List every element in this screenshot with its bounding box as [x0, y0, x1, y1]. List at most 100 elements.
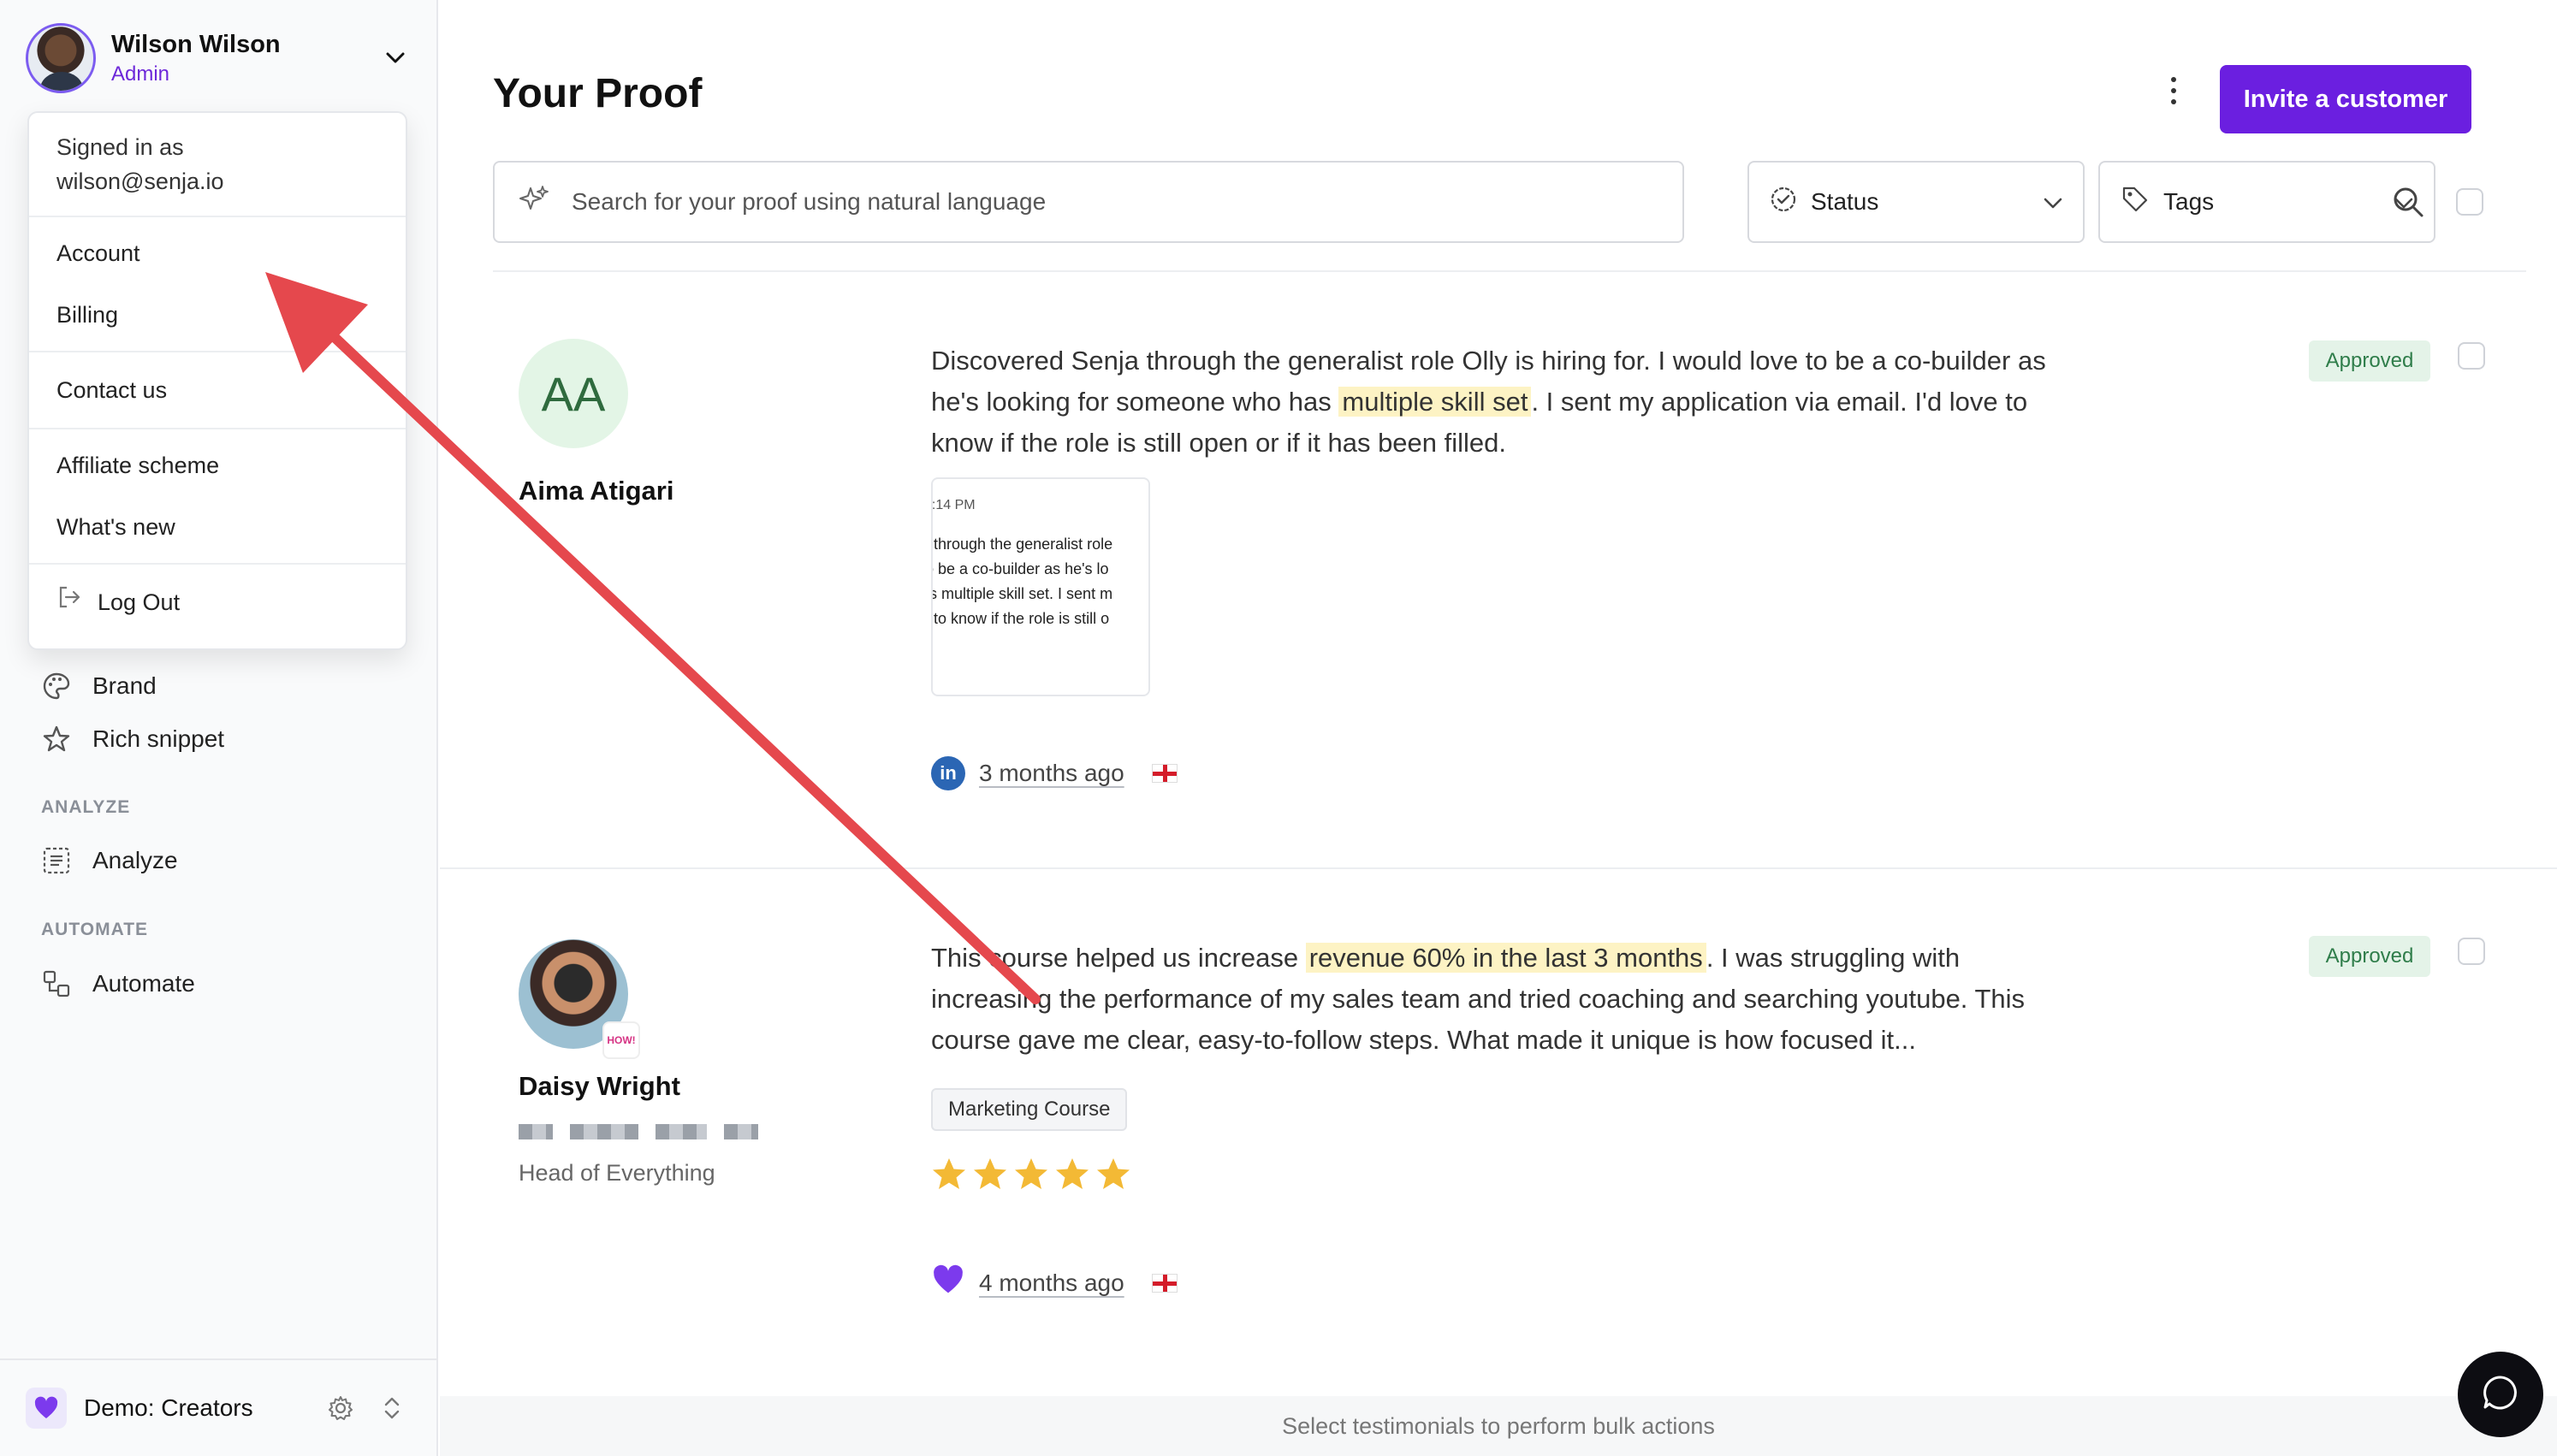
- user-avatar: [26, 23, 96, 93]
- logout-icon: [56, 571, 82, 633]
- author-role: Head of Everything: [519, 1160, 715, 1186]
- timestamp-link[interactable]: 3 months ago: [979, 760, 1124, 787]
- menu-item-affiliate-scheme[interactable]: Affiliate scheme: [56, 435, 378, 496]
- signed-in-label: Signed in as: [56, 134, 184, 160]
- search-input[interactable]: [572, 188, 1660, 216]
- analyze-icon: [41, 845, 72, 876]
- thumbnail-line: as multiple skill set. I sent m: [931, 585, 1113, 602]
- star-filled-icon: [933, 1158, 965, 1189]
- user-menu-trigger[interactable]: Wilson Wilson Admin: [26, 22, 412, 94]
- status-badge[interactable]: Approved: [2309, 936, 2430, 977]
- purple-heart-icon: [931, 1264, 965, 1301]
- sidebar-item-brand[interactable]: Brand: [41, 666, 157, 707]
- extras-section: Affiliate scheme What's new: [29, 429, 406, 565]
- gear-icon[interactable]: [320, 1388, 361, 1429]
- workspace-switcher[interactable]: Demo: Creators: [0, 1358, 438, 1456]
- check-circle-icon: [1770, 186, 1797, 219]
- initials-avatar: AA: [519, 339, 628, 448]
- redacted-text: [519, 1124, 758, 1139]
- chat-support-button[interactable]: [2458, 1352, 2543, 1437]
- star-filled-icon: [1056, 1158, 1089, 1189]
- testimonial-text: Discovered Senja through the generalist …: [931, 340, 2078, 464]
- england-flag-icon: [1151, 764, 1178, 783]
- main-content: Your Proof Invite a customer Status Tags…: [440, 0, 2557, 1456]
- menu-item-account[interactable]: Account: [56, 222, 378, 284]
- section-heading-analyze: ANALYZE: [41, 797, 131, 817]
- support-section: Contact us: [29, 352, 406, 429]
- chat-bubble-icon: [2481, 1373, 2520, 1417]
- tags-filter-dropdown[interactable]: Tags: [2098, 161, 2435, 243]
- sidebar: Wilson Wilson Admin Brand Rich snippet A…: [0, 0, 438, 1456]
- highlighted-text: multiple skill set: [1338, 387, 1532, 417]
- sidebar-item-analyze[interactable]: Analyze: [41, 840, 178, 881]
- sidebar-item-label: Rich snippet: [92, 725, 225, 752]
- bulk-actions-bar: Select testimonials to perform bulk acti…: [440, 1396, 2557, 1456]
- attachment-thumbnail[interactable]: 2:14 PM a through the generalist role to…: [931, 477, 1150, 696]
- sparkle-icon: [517, 183, 551, 222]
- tags-filter-label: Tags: [2163, 188, 2215, 215]
- status-filter-label: Status: [1811, 188, 1879, 215]
- chevron-down-icon[interactable]: [378, 47, 412, 69]
- menu-item-whats-new[interactable]: What's new: [56, 496, 378, 558]
- star-icon: [41, 724, 72, 755]
- purple-heart-icon: [26, 1388, 67, 1429]
- testimonial-meta: in 3 months ago: [931, 756, 1178, 790]
- text-part: This course helped us increase: [931, 943, 1306, 973]
- workspace-name: Demo: Creators: [84, 1394, 253, 1421]
- account-section: Account Billing: [29, 217, 406, 352]
- linkedin-icon: in: [931, 756, 965, 790]
- testimonial-meta: 4 months ago: [931, 1264, 1178, 1301]
- status-filter-dropdown[interactable]: Status: [1747, 161, 2085, 243]
- star-filled-icon: [1015, 1158, 1047, 1189]
- more-options-icon[interactable]: [2160, 74, 2187, 108]
- user-info: Wilson Wilson Admin: [111, 31, 378, 86]
- tag-chip[interactable]: Marketing Course: [931, 1088, 1128, 1131]
- user-name: Wilson Wilson: [111, 30, 281, 58]
- thumbnail-line: to be a co-builder as he's lo: [931, 560, 1109, 577]
- star-rating: [931, 1157, 1131, 1193]
- thumbnail-time: 2:14 PM: [931, 498, 976, 512]
- star-filled-icon: [1097, 1158, 1130, 1189]
- highlighted-text: revenue 60% in the last 3 months: [1305, 943, 1706, 973]
- menu-item-log-out[interactable]: Log Out: [56, 571, 378, 633]
- log-out-label: Log Out: [98, 589, 181, 615]
- account-dropdown-menu: Signed in as wilson@senja.io Account Bil…: [27, 111, 407, 650]
- page-title: Your Proof: [493, 71, 703, 116]
- palette-icon: [41, 671, 72, 701]
- sidebar-item-label: Automate: [92, 970, 195, 997]
- england-flag-icon: [1151, 1273, 1178, 1293]
- logout-section: Log Out: [29, 565, 406, 640]
- divider: [493, 270, 2526, 272]
- thumbnail-line: e to know if the role is still o: [931, 610, 1110, 627]
- timestamp-link[interactable]: 4 months ago: [979, 1270, 1124, 1297]
- chevron-up-down-icon[interactable]: [371, 1388, 412, 1429]
- invite-customer-button[interactable]: Invite a customer: [2220, 65, 2471, 133]
- testimonial-card[interactable]: AA Aima Atigari Discovered Senja through…: [440, 282, 2557, 869]
- signed-in-section: Signed in as wilson@senja.io: [29, 113, 406, 217]
- status-badge[interactable]: Approved: [2309, 340, 2430, 382]
- testimonial-card[interactable]: HOW! Daisy Wright Head of Everything Thi…: [440, 869, 2557, 1382]
- thumbnail-line: a through the generalist role: [931, 536, 1113, 553]
- testimonial-text: This course helped us increase revenue 6…: [931, 938, 2078, 1061]
- chevron-down-icon: [2044, 188, 2062, 216]
- user-role: Admin: [111, 62, 170, 86]
- sidebar-item-rich-snippet[interactable]: Rich snippet: [41, 719, 224, 760]
- row-checkbox[interactable]: [2458, 342, 2485, 370]
- row-checkbox[interactable]: [2458, 938, 2485, 965]
- sidebar-item-automate[interactable]: Automate: [41, 963, 195, 1004]
- menu-item-contact-us[interactable]: Contact us: [56, 359, 378, 421]
- search-bar[interactable]: [493, 161, 1684, 243]
- tag-icon: [2121, 185, 2150, 220]
- star-filled-icon: [974, 1158, 1006, 1189]
- menu-item-billing[interactable]: Billing: [56, 284, 378, 346]
- automate-icon: [41, 968, 72, 999]
- select-all-checkbox[interactable]: [2456, 188, 2483, 216]
- sidebar-item-label: Analyze: [92, 847, 178, 873]
- author-name: Aima Atigari: [519, 476, 674, 506]
- section-heading-automate: AUTOMATE: [41, 920, 149, 939]
- company-logo: HOW!: [602, 1021, 640, 1059]
- search-icon[interactable]: [2389, 183, 2427, 221]
- sidebar-item-label: Brand: [92, 672, 157, 699]
- signed-in-email: wilson@senja.io: [56, 169, 224, 194]
- author-name: Daisy Wright: [519, 1071, 680, 1101]
